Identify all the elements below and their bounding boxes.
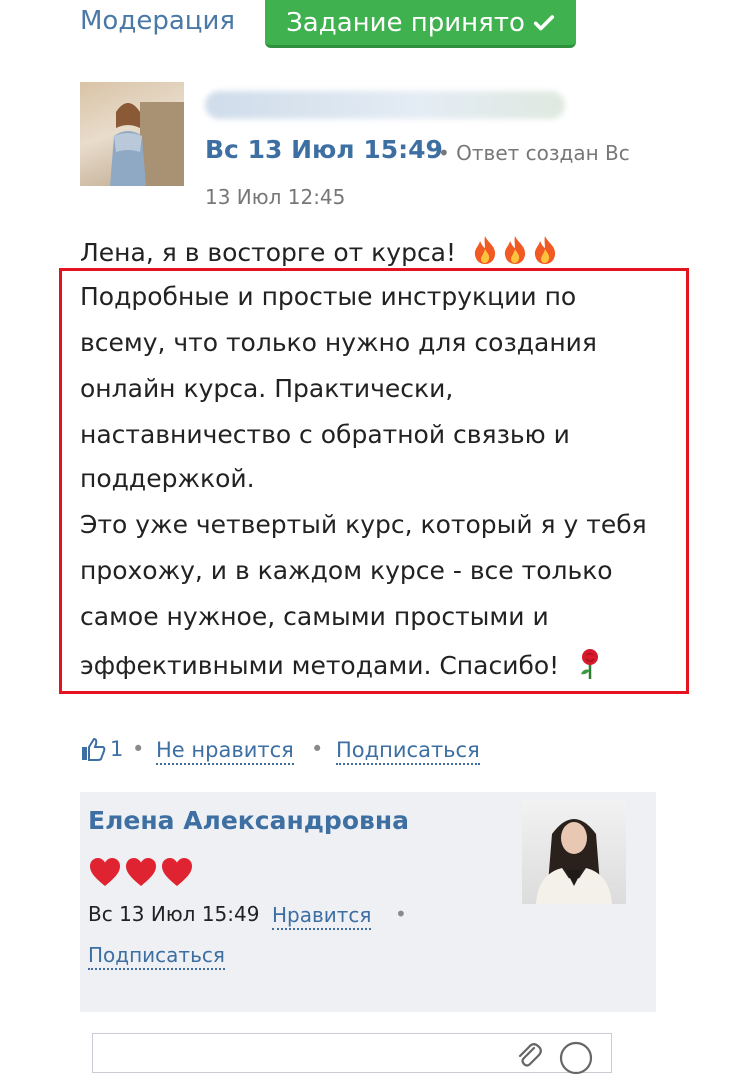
reply-author-name[interactable]: Елена Александровна xyxy=(88,806,409,835)
post-line: прохожу, и в каждом курсе - все только xyxy=(80,556,613,585)
heart-icon xyxy=(126,858,156,886)
post-line: Подробные и простые инструкции по xyxy=(80,282,577,311)
post-line: всему, что только нужно для создания xyxy=(80,328,597,357)
created-time: 13 Июл 12:45 xyxy=(205,185,346,209)
post-last-line: эффективными методами. Спасибо! xyxy=(80,648,603,680)
fire-icon xyxy=(534,236,556,264)
post-intro-line: Лена, я в восторге от курса! xyxy=(80,235,558,267)
paperclip-icon[interactable] xyxy=(514,1040,544,1070)
fire-icon xyxy=(474,236,496,264)
thumb-up-icon[interactable] xyxy=(80,736,106,762)
separator-dot: • xyxy=(395,902,407,926)
check-icon xyxy=(533,14,554,30)
moderation-link[interactable]: Модерация xyxy=(80,6,235,36)
post-line: Это уже четвертый курс, который я у тебя xyxy=(80,510,647,539)
post-date: Вс 13 Июл 15:49 xyxy=(205,135,443,164)
post-line: онлайн курса. Практически, xyxy=(80,374,454,403)
reply-subscribe-link[interactable]: Подписаться xyxy=(88,942,225,970)
reply-author-avatar[interactable] xyxy=(522,800,626,904)
post-line: поддержкой. xyxy=(80,464,255,493)
task-accepted-label: Задание принято xyxy=(286,7,525,38)
separator-dot: • xyxy=(132,737,145,761)
post-line: самое нужное, самыми простыми и xyxy=(80,602,549,631)
reply-like-link[interactable]: Нравится xyxy=(272,902,372,930)
separator-dot: • xyxy=(311,737,324,761)
subscribe-link[interactable]: Подписаться xyxy=(336,737,480,765)
dislike-link[interactable]: Не нравится xyxy=(156,737,294,765)
heart-icon xyxy=(162,858,192,886)
smile-icon[interactable] xyxy=(558,1040,594,1076)
author-avatar[interactable] xyxy=(80,82,184,186)
rose-icon xyxy=(581,649,599,679)
post-line: эффективными методами. Спасибо! xyxy=(80,651,560,680)
created-label: • Ответ создан Вс xyxy=(438,141,630,165)
post-intro-text: Лена, я в восторге от курса! xyxy=(80,238,457,267)
author-name-blurred[interactable] xyxy=(205,91,565,119)
task-accepted-button[interactable]: Задание принято xyxy=(265,0,576,48)
fire-icons xyxy=(472,235,558,265)
reply-date: Вс 13 Июл 15:49 xyxy=(88,902,260,926)
like-count: 1 xyxy=(110,737,124,761)
heart-icon xyxy=(90,858,120,886)
post-line: наставничество с обратной связью и xyxy=(80,420,570,449)
fire-icon xyxy=(504,236,526,264)
hearts-row xyxy=(88,856,194,888)
